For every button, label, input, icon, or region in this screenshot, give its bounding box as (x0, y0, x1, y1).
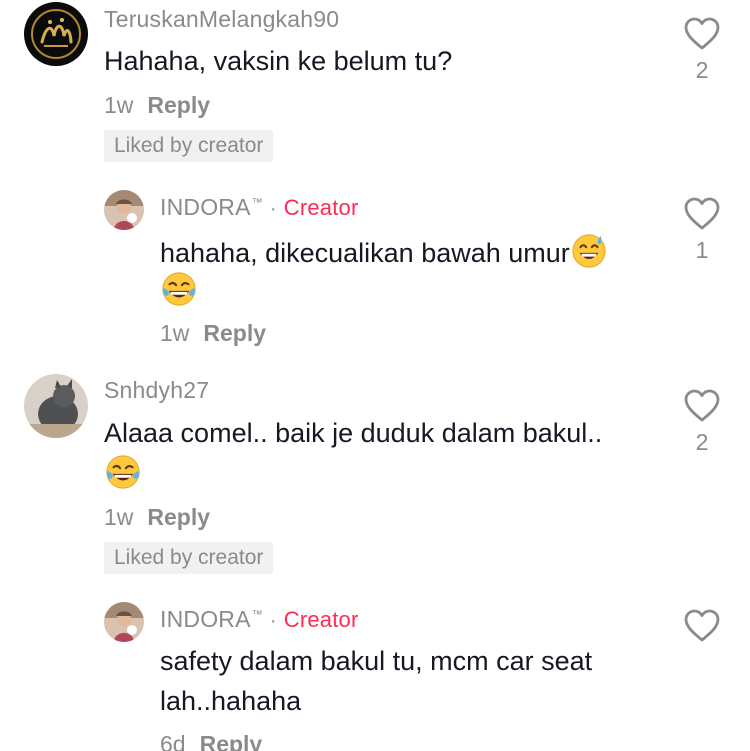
reply-time: 6d (160, 731, 186, 751)
comment-text: Alaaa comel.. baik je duduk dalam bakul.… (104, 418, 603, 448)
comments-panel: TeruskanMelangkah90 Hahaha, vaksin ke be… (0, 0, 750, 751)
reply-text-line1: hahaha, dikecualikan bawah umur (160, 238, 570, 268)
comment-text-line2 (104, 453, 142, 495)
reply-button[interactable]: Reply (147, 92, 210, 118)
comment-meta: 1w Reply (104, 504, 210, 531)
tears-of-joy-emoji-icon (104, 453, 142, 491)
heart-icon[interactable] (684, 609, 720, 643)
heart-icon[interactable] (684, 197, 720, 231)
reply-text: hahaha, dikecualikan bawah umur (160, 231, 608, 273)
reply-username[interactable]: INDORA (160, 606, 251, 632)
liked-by-creator-badge: Liked by creator (104, 130, 274, 162)
creator-tag: Creator (283, 195, 359, 220)
trademark-symbol: ™ (251, 197, 263, 209)
creator-tag: Creator (283, 607, 359, 632)
reply-text-line2 (160, 270, 198, 312)
comment-username[interactable]: TeruskanMelangkah90 (104, 6, 339, 33)
comment-text: Hahaha, vaksin ke belum tu? (104, 46, 453, 76)
like-count: 2 (695, 57, 709, 83)
separator-dot: · (269, 610, 277, 632)
sweat-smile-emoji-icon (570, 231, 608, 269)
trademark-symbol: ™ (251, 609, 263, 621)
comment-time: 1w (104, 92, 134, 118)
reply-username-row: INDORA™ · Creator (160, 194, 359, 221)
avatar[interactable] (24, 374, 88, 438)
reply-username[interactable]: INDORA (160, 194, 251, 220)
reply-text-line2: lah..hahaha (160, 686, 302, 716)
reply-time: 1w (160, 320, 190, 346)
reply-meta: 1w Reply (160, 320, 266, 347)
reply-button[interactable]: Reply (200, 731, 263, 751)
comment-meta: 1w Reply (104, 92, 210, 119)
tears-of-joy-emoji-icon (160, 270, 198, 308)
liked-by-creator-badge: Liked by creator (104, 542, 274, 574)
reply-button[interactable]: Reply (203, 320, 266, 346)
heart-icon[interactable] (684, 389, 720, 423)
comment-username[interactable]: Snhdyh27 (104, 377, 209, 404)
reply-text-line1: safety dalam bakul tu, mcm car seat (160, 646, 593, 676)
like-count: 2 (695, 429, 709, 455)
avatar[interactable] (104, 190, 144, 230)
reply-username-row: INDORA™ · Creator (160, 606, 359, 633)
avatar[interactable] (104, 602, 144, 642)
separator-dot: · (269, 198, 277, 220)
like-count: 1 (695, 237, 709, 263)
comment-time: 1w (104, 504, 134, 530)
heart-icon[interactable] (684, 17, 720, 51)
avatar[interactable] (24, 2, 88, 66)
reply-button[interactable]: Reply (147, 504, 210, 530)
reply-meta: 6d Reply (160, 731, 262, 751)
